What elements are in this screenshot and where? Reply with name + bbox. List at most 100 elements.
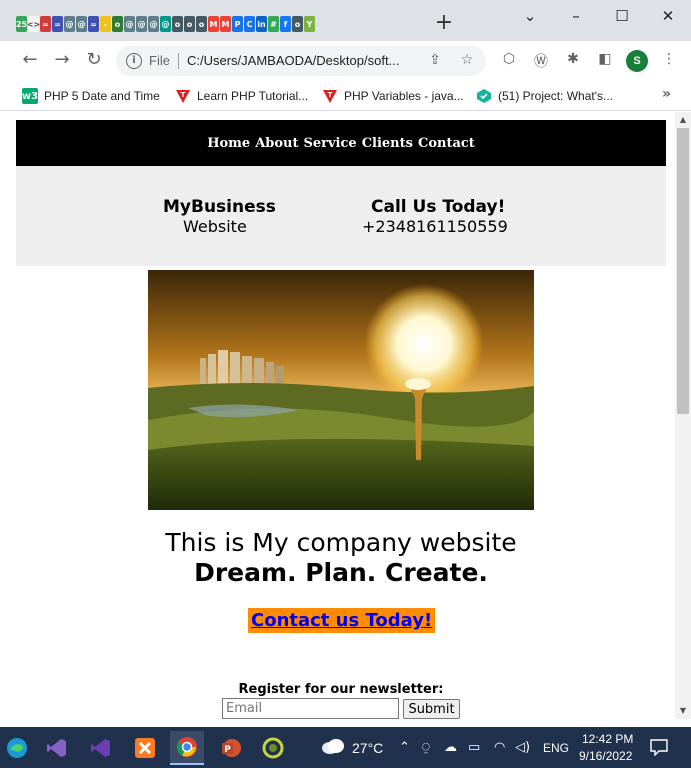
rect-icon[interactable]: - [100, 16, 111, 32]
svg-text:T: T [181, 91, 186, 99]
share-icon[interactable]: ⇪ [426, 52, 444, 70]
face-icon[interactable]: o [172, 16, 183, 32]
pinned-tab-favicons: 25 <> = = @ @ = - o @ @ @ @ o o o M M P Cin # f o Y [16, 16, 315, 36]
gmail-icon[interactable]: M [208, 16, 219, 32]
url-scheme-label: File [149, 53, 170, 68]
circle-icon[interactable]: @ [76, 16, 87, 32]
facebook-icon[interactable]: f [280, 16, 291, 32]
side-panel-icon[interactable]: ◧ [595, 51, 615, 71]
scroll-down-arrow-icon[interactable]: ▼ [679, 707, 687, 715]
xampp-icon[interactable] [128, 731, 162, 765]
scroll-up-arrow-icon[interactable]: ▲ [679, 116, 687, 124]
battery-icon[interactable]: ▭ [468, 740, 480, 755]
bookmark-label: PHP Variables - java... [344, 89, 464, 103]
phpdate-icon[interactable]: 25 [16, 16, 27, 32]
newsletter-label: Register for our newsletter: [238, 682, 444, 697]
bookmark-label: (51) Project: What's... [498, 89, 613, 103]
circle-icon[interactable]: @ [124, 16, 135, 32]
doc-icon[interactable]: P [232, 16, 243, 32]
window-bottom-edge [0, 719, 691, 727]
tab-search-chevron-icon[interactable]: ⌄ [507, 4, 553, 28]
face-icon[interactable]: o [184, 16, 195, 32]
clock-date[interactable]: 9/16/2022 [579, 749, 632, 763]
list-icon[interactable]: = [52, 16, 63, 32]
svg-text:T: T [328, 91, 333, 99]
edge-browser-icon[interactable] [0, 731, 34, 765]
url-text[interactable]: C:/Users/JAMBAODA/Desktop/soft... [187, 53, 399, 68]
code-icon[interactable]: <> [27, 16, 40, 32]
linkedin-icon[interactable]: in [256, 16, 267, 32]
bookmark-item[interactable]: T Learn PHP Tutorial... [175, 87, 308, 105]
visual-studio-icon[interactable] [40, 731, 74, 765]
close-window-button[interactable]: ✕ [645, 4, 691, 28]
site-info-icon[interactable]: i [126, 53, 142, 69]
back-arrow-icon[interactable]: ← [18, 49, 42, 73]
brand-subtitle: Website [183, 217, 247, 236]
contact-us-link[interactable]: Contact us Today! [248, 608, 436, 633]
circle-icon[interactable]: @ [136, 16, 147, 32]
notifications-icon[interactable] [650, 738, 668, 760]
minimize-button[interactable]: – [553, 4, 599, 28]
circle-icon[interactable]: o [292, 16, 303, 32]
page-scrollbar[interactable]: ▲ ▼ [675, 112, 691, 719]
bookmark-star-icon[interactable]: ☆ [458, 52, 476, 70]
url-divider [178, 53, 179, 69]
tutorial-t-icon: T [322, 88, 338, 104]
onedrive-cloud-icon[interactable]: ☁ [444, 740, 457, 755]
gmail-icon[interactable]: M [220, 16, 231, 32]
wifi-icon[interactable]: ◠ [494, 740, 505, 755]
input-language[interactable]: ENG [543, 741, 569, 755]
face-icon[interactable]: o [196, 16, 207, 32]
submit-button[interactable]: Submit [403, 699, 460, 719]
weather-cloud-icon[interactable] [321, 737, 345, 759]
tutorial-t-icon: T [175, 88, 191, 104]
reload-icon[interactable]: ↻ [82, 49, 106, 73]
maximize-button[interactable]: ☐ [599, 4, 645, 28]
circle-icon[interactable]: @ [160, 16, 171, 32]
circle-icon[interactable]: @ [148, 16, 159, 32]
y-icon[interactable]: Y [304, 16, 315, 32]
extension-cube-icon[interactable]: ⬡ [499, 51, 519, 71]
nav-link-home[interactable]: Home [207, 136, 250, 151]
bookmarks-bar: w3 PHP 5 Date and Time T Learn PHP Tutor… [0, 81, 691, 111]
scroll-thumb[interactable] [677, 128, 689, 414]
volume-icon[interactable]: ◁) [515, 740, 530, 755]
nav-link-contact[interactable]: Contact [418, 136, 475, 151]
bookmark-item[interactable]: (51) Project: What's... [476, 87, 613, 105]
menu-dots-icon[interactable]: ⋮ [659, 51, 679, 71]
battery-icon[interactable]: o [112, 16, 123, 32]
grid-icon[interactable]: = [40, 16, 51, 32]
app-swirl-icon[interactable] [256, 731, 290, 765]
nav-link-clients[interactable]: Clients [362, 136, 413, 151]
svg-text:P: P [224, 745, 231, 755]
vs-code-icon[interactable] [84, 731, 118, 765]
address-bar[interactable]: i File C:/Users/JAMBAODA/Desktop/soft...… [116, 46, 486, 76]
hexagon-icon [476, 88, 492, 104]
green-icon[interactable]: # [268, 16, 279, 32]
extensions-puzzle-icon[interactable]: ✱ [563, 51, 583, 71]
nav-link-service[interactable]: Service [304, 136, 357, 151]
circle-icon[interactable]: @ [64, 16, 75, 32]
bookmark-item[interactable]: w3 PHP 5 Date and Time [22, 87, 160, 105]
phone-number: +2348161150559 [362, 217, 508, 236]
windows-taskbar: P 27°C ⌃ ⍜ ☁ ▭ ◠ ◁) ENG 12:42 PM 9/16/20… [0, 727, 691, 768]
slogan-text: Dream. Plan. Create. [194, 558, 488, 587]
nav-link-about[interactable]: About [255, 136, 298, 151]
more-bookmarks-chevron-icon[interactable]: » [662, 86, 671, 102]
weather-temperature[interactable]: 27°C [352, 740, 383, 756]
tray-chevron-up-icon[interactable]: ⌃ [399, 740, 410, 755]
tray-device-icon[interactable]: ⍜ [422, 740, 430, 755]
tagline-text: This is My company website [165, 528, 517, 557]
wordpress-icon[interactable]: Ⓦ [531, 51, 551, 71]
chrome-icon[interactable] [170, 731, 204, 765]
email-field[interactable] [222, 698, 399, 719]
bookmark-item[interactable]: T PHP Variables - java... [322, 87, 464, 105]
profile-avatar[interactable]: S [626, 50, 648, 72]
new-tab-button[interactable]: + [432, 11, 456, 35]
site-header: MyBusiness Website Call Us Today! +23481… [16, 166, 666, 266]
doc-icon[interactable]: C [244, 16, 255, 32]
list-icon[interactable]: = [88, 16, 99, 32]
clock-time[interactable]: 12:42 PM [582, 732, 633, 746]
powerpoint-icon[interactable]: P [214, 731, 248, 765]
forward-arrow-icon[interactable]: → [50, 49, 74, 73]
